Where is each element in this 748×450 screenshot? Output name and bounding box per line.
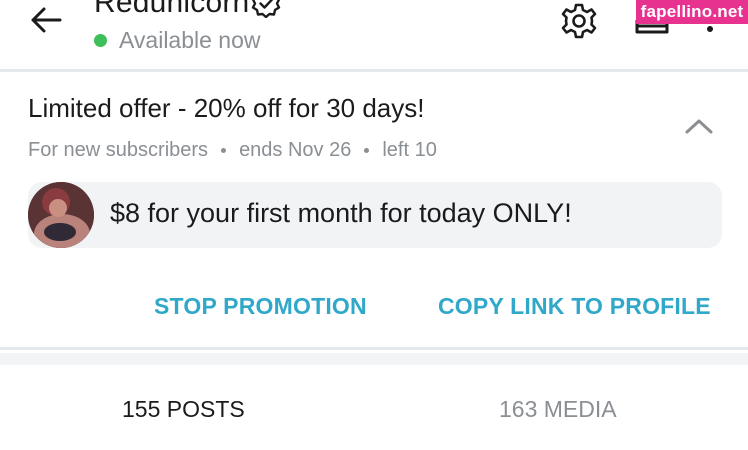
collapse-button[interactable] [682,112,716,140]
header-bar: Redunicorn Available now fapellino.net [0,0,748,72]
offer-text: $8 for your first month for today ONLY! [110,198,572,228]
stop-promotion-button[interactable]: STOP PROMOTION [154,293,367,320]
promotion-end-date: ends Nov 26 [239,139,352,161]
copy-link-button[interactable]: COPY LINK TO PROFILE [438,293,711,320]
tab-media[interactable]: 163 MEDIA [499,396,617,423]
settings-button[interactable] [560,2,598,40]
chevron-up-icon [685,119,713,134]
profile-screen: Redunicorn Available now fapellino.net L… [0,0,748,450]
gear-icon [561,3,597,39]
separator-dot [221,148,227,153]
offer-message: $8 for your first month for today ONLY! [28,182,722,248]
promotion-title: Limited offer - 20% off for 30 days! [28,93,425,123]
separator-dot [364,148,370,153]
profile-name: Redunicorn [94,0,250,19]
section-divider [0,353,748,365]
promotion-audience: For new subscribers [28,139,209,161]
online-dot-icon [94,34,107,47]
availability-status: Available now [94,27,261,54]
profile-name-row: Redunicorn [94,0,281,20]
tab-posts[interactable]: 155 POSTS [122,396,245,423]
avatar-photo [28,182,94,248]
arrow-left-icon [31,7,62,33]
avatar [28,182,94,248]
promotion-meta: For new subscribers ends Nov 26 left 10 [28,139,437,162]
status-text: Available now [119,27,261,53]
promotion-remaining: left 10 [382,139,437,161]
verified-badge-icon [252,0,281,18]
back-button[interactable] [26,2,66,38]
promotion-card: Limited offer - 20% off for 30 days! For… [0,72,748,350]
content-tabs: 155 POSTS 163 MEDIA [0,365,748,450]
watermark: fapellino.net [636,0,748,24]
